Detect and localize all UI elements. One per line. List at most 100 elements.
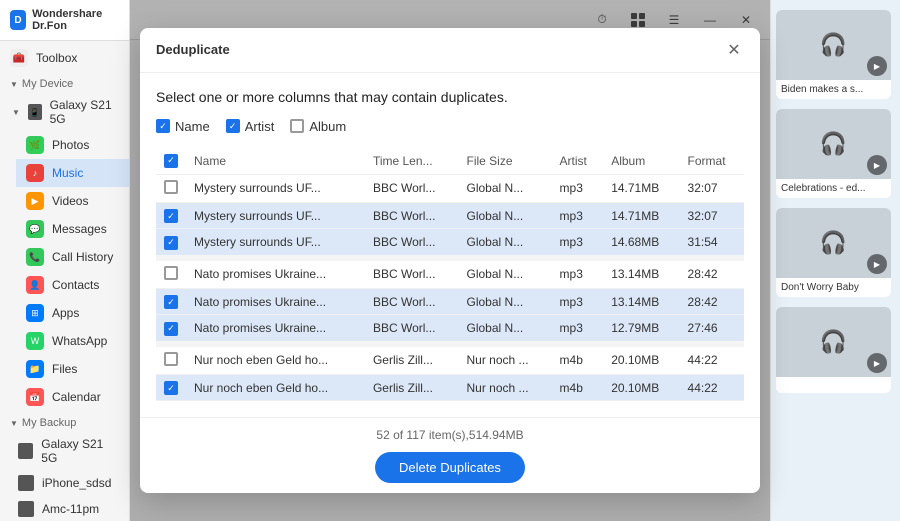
artist-checkbox[interactable] [226,119,240,133]
th-album[interactable]: Album [603,148,679,175]
row-album: 20.10MB [603,344,679,375]
row-size: Global N... [459,288,552,315]
backup-iphone-sdsd[interactable]: iPhone_sdsd [8,470,129,496]
th-format[interactable]: Format [680,148,744,175]
backup-amc-icon [18,501,34,517]
media-thumb-3: 🎧 ▶ [776,307,891,377]
sidebar-item-contacts[interactable]: 👤 Contacts [16,271,129,299]
row-name: Mystery surrounds UF... [186,229,365,258]
row-checkbox[interactable] [164,209,178,223]
play-button-2[interactable]: ▶ [867,254,887,274]
sidebar-header: D Wondershare Dr.Fon [0,0,129,41]
calendar-label: Calendar [52,390,101,404]
row-artist: mp3 [552,288,604,315]
device-icon: 📱 [28,104,42,120]
sidebar-item-messages[interactable]: 💬 Messages [16,215,129,243]
row-checkbox[interactable] [164,266,178,280]
th-timelen[interactable]: Time Len... [365,148,459,175]
row-checkbox[interactable] [164,381,178,395]
sidebar-item-photos[interactable]: 🌿 Photos [16,131,129,159]
row-name: Nur noch eben Geld ho... [186,374,365,401]
dialog-header: Deduplicate ✕ [140,28,760,73]
th-name[interactable]: Name [186,148,365,175]
delete-duplicates-button[interactable]: Delete Duplicates [375,452,525,483]
row-checkbox-cell[interactable] [156,229,186,258]
row-checkbox-cell[interactable] [156,202,186,229]
media-label-0: Biden makes a s... [776,80,891,99]
media-thumb-1: 🎧 ▶ [776,109,891,179]
row-artist: mp3 [552,174,604,202]
row-checkbox[interactable] [164,236,178,250]
whatsapp-icon: W [26,332,44,350]
sidebar-item-device[interactable]: ▼ 📱 Galaxy S21 5G [8,93,129,131]
row-artist: mp3 [552,202,604,229]
play-button-3[interactable]: ▶ [867,353,887,373]
row-format: 44:22 [680,344,744,375]
th-select [156,148,186,175]
row-checkbox-cell[interactable] [156,174,186,202]
play-button-1[interactable]: ▶ [867,155,887,175]
row-checkbox-cell[interactable] [156,374,186,401]
name-checkbox[interactable] [156,119,170,133]
sidebar-item-whatsapp[interactable]: W WhatsApp [16,327,129,355]
backup-iphone-sdsd-label: iPhone_sdsd [42,476,111,490]
album-checkbox[interactable] [290,119,304,133]
dialog-close-button[interactable]: ✕ [724,40,744,60]
row-album: 14.68MB [603,229,679,258]
headphone-icon-2: 🎧 [820,230,847,256]
table-row: Nato promises Ukraine... BBC Worl... Glo… [156,258,744,289]
sidebar-item-videos[interactable]: ▶ Videos [16,187,129,215]
th-filesize[interactable]: File Size [459,148,552,175]
callhistory-label: Call History [52,250,113,264]
sidebar-item-toolbox[interactable]: 🧰 Toolbox [0,41,129,72]
row-album: 13.14MB [603,258,679,289]
name-checkbox-label: Name [175,119,210,134]
column-checkboxes: Name Artist Album [156,119,744,134]
row-checkbox-cell[interactable] [156,258,186,289]
row-name: Nato promises Ukraine... [186,288,365,315]
videos-icon: ▶ [26,192,44,210]
row-checkbox-cell[interactable] [156,344,186,375]
backup-amc[interactable]: Amc-11pm [8,496,129,521]
row-time: BBC Worl... [365,202,459,229]
duplicates-table-wrapper[interactable]: Name Time Len... File Size Artist Album … [156,148,744,402]
row-artist: m4b [552,344,604,375]
row-time: Gerlis Zill... [365,374,459,401]
my-backup-label: My Backup [22,417,76,429]
row-checkbox-cell[interactable] [156,315,186,344]
row-checkbox[interactable] [164,180,178,194]
row-checkbox[interactable] [164,295,178,309]
backup-chevron-icon: ▼ [10,419,18,428]
headphone-icon-3: 🎧 [820,329,847,355]
sidebar-item-files[interactable]: 📁 Files [16,355,129,383]
media-card-2: 🎧 ▶ Don't Worry Baby [776,208,891,297]
row-checkbox-cell[interactable] [156,288,186,315]
row-name: Mystery surrounds UF... [186,174,365,202]
row-checkbox[interactable] [164,322,178,336]
media-card-3: 🎧 ▶ [776,307,891,393]
calendar-icon: 📅 [26,388,44,406]
apps-label: Apps [52,306,79,320]
sidebar-item-music[interactable]: ♪ Music [16,159,129,187]
row-time: BBC Worl... [365,229,459,258]
app-logo-icon: D [10,10,26,30]
backup-galaxy[interactable]: Galaxy S21 5G [8,432,129,470]
checkbox-album[interactable]: Album [290,119,346,134]
row-album: 14.71MB [603,202,679,229]
play-button-0[interactable]: ▶ [867,56,887,76]
row-checkbox[interactable] [164,352,178,366]
row-format: 27:46 [680,315,744,344]
device-name: Galaxy S21 5G [50,98,119,126]
sidebar-item-callhistory[interactable]: 📞 Call History [16,243,129,271]
media-label-1: Celebrations - ed... [776,179,891,198]
backup-device-icon [18,443,33,459]
th-artist[interactable]: Artist [552,148,604,175]
sidebar-item-apps[interactable]: ⊞ Apps [16,299,129,327]
photos-icon: 🌿 [26,136,44,154]
sidebar-item-calendar[interactable]: 📅 Calendar [16,383,129,411]
select-all-checkbox[interactable] [164,154,178,168]
checkbox-artist[interactable]: Artist [226,119,275,134]
toolbox-icon: 🧰 [10,49,28,67]
row-name: Nato promises Ukraine... [186,258,365,289]
checkbox-name[interactable]: Name [156,119,210,134]
